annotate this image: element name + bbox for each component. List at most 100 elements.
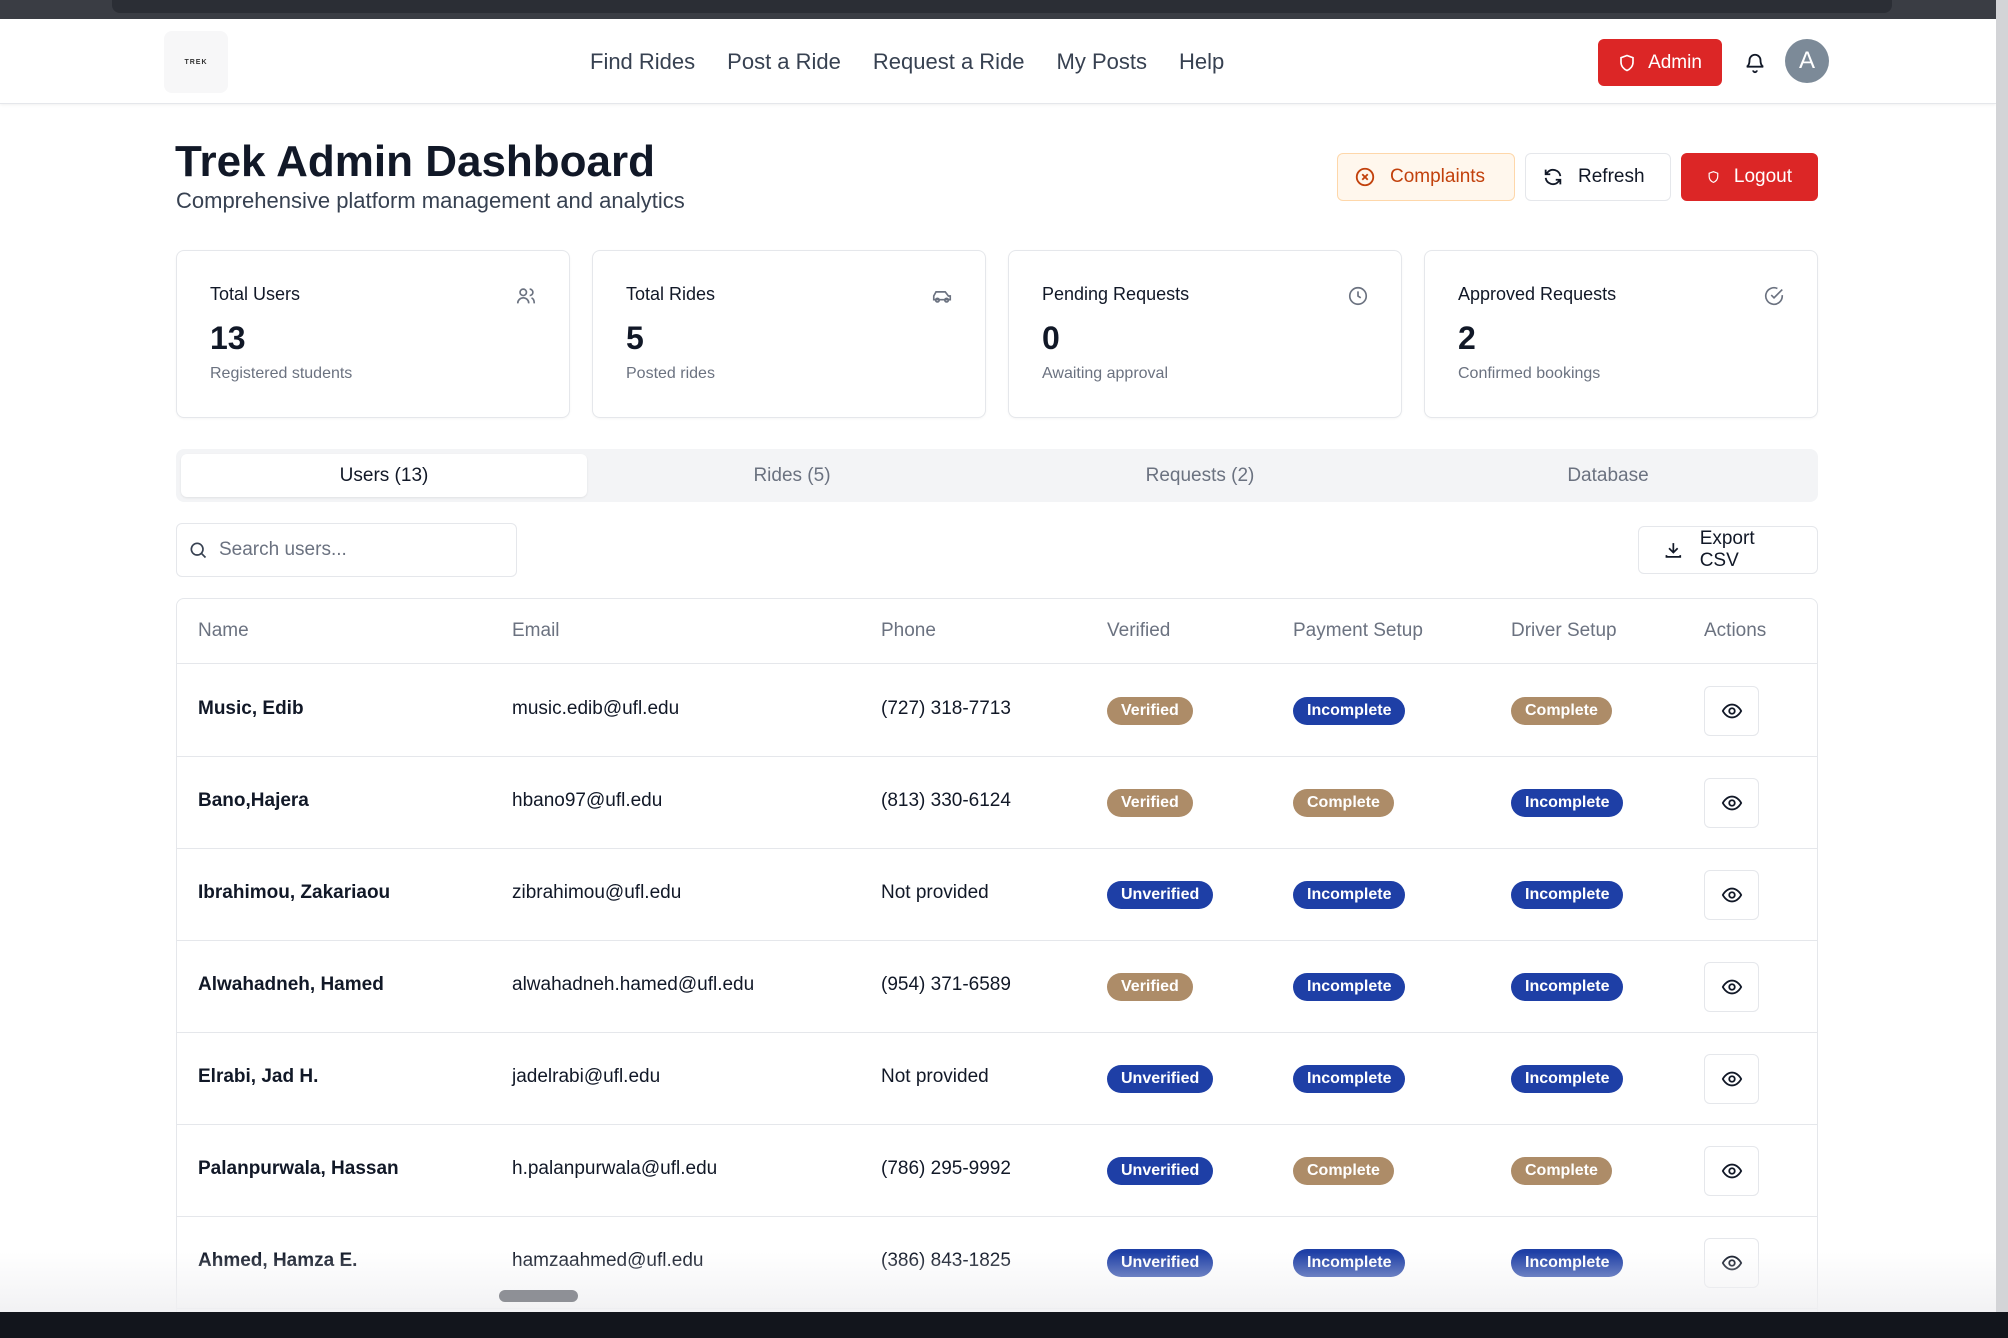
tab-bar: Users (13) Rides (5) Requests (2) Databa…: [176, 449, 1818, 502]
user-email: music.edib@ufl.edu: [512, 698, 680, 719]
export-csv-button[interactable]: Export CSV: [1638, 526, 1818, 574]
user-email: jadelrabi@ufl.edu: [512, 1066, 661, 1087]
nav-link-request-a-ride[interactable]: Request a Ride: [873, 49, 1025, 75]
user-name: Alwahadneh, Hamed: [198, 974, 384, 995]
eye-icon: [1721, 795, 1742, 811]
complaints-label: Complaints: [1390, 166, 1486, 187]
search-icon: [190, 542, 207, 559]
export-csv-label: Export CSV: [1699, 528, 1755, 571]
bell-icon[interactable]: [1744, 51, 1766, 75]
driver-setup-badge: Complete: [1511, 697, 1612, 725]
verified-badge: Verified: [1107, 697, 1193, 725]
stat-title: Pending Requests: [1042, 284, 1190, 304]
driver-setup-badge: Complete: [1511, 1157, 1612, 1185]
verified-badge: Unverified: [1107, 1065, 1214, 1093]
table-row: Alwahadneh, Hamed alwahadneh.hamed@ufl.ed…: [177, 941, 1817, 1033]
admin-button[interactable]: Admin: [1598, 39, 1722, 86]
user-phone: (727) 318-7713: [881, 698, 1011, 719]
eye-icon: [1721, 1163, 1742, 1179]
bottom-fade: [0, 1252, 1996, 1312]
payment-setup-badge: Incomplete: [1293, 973, 1406, 1001]
app-window: TREK Find Rides Post a Ride Request a Ri…: [0, 19, 1996, 1312]
trek-logo[interactable]: TREK: [164, 31, 228, 93]
page-subtitle: Comprehensive platform management and an…: [176, 188, 685, 213]
users-table: Name Email Phone Verified Payment Setup …: [176, 598, 1818, 1312]
table-row: Palanpurwala, Hassan h.palanpurwala@ufl.e…: [177, 1125, 1817, 1217]
tab-database[interactable]: Database: [1405, 454, 1811, 497]
column-header-verified[interactable]: Verified: [1107, 620, 1170, 642]
nav-link-post-a-ride[interactable]: Post a Ride: [727, 49, 841, 75]
payment-setup-badge: Complete: [1293, 789, 1394, 817]
shield-icon: [1620, 54, 1634, 71]
admin-button-label: Admin: [1648, 51, 1702, 73]
complaints-button[interactable]: Complaints: [1337, 153, 1515, 201]
x-circle-icon: [1355, 167, 1375, 187]
verified-badge: Verified: [1107, 789, 1193, 817]
nav-link-find-rides[interactable]: Find Rides: [590, 49, 695, 75]
column-header-actions: Actions: [1704, 620, 1767, 641]
stat-title: Total Users: [210, 284, 301, 304]
verified-badge: Unverified: [1107, 881, 1214, 909]
column-header-payment-setup[interactable]: Payment Setup: [1293, 620, 1423, 642]
view-user-button[interactable]: [1704, 870, 1759, 920]
table-header: Name Email Phone Verified Payment Setup …: [177, 599, 1817, 664]
eye-icon: [1721, 1071, 1742, 1087]
column-header-email[interactable]: Email: [512, 620, 560, 642]
tab-requests[interactable]: Requests (2): [997, 454, 1403, 497]
window-edge: [1996, 0, 2008, 1338]
refresh-label: Refresh: [1578, 166, 1645, 187]
tab-users[interactable]: Users (13): [181, 454, 587, 497]
search-input[interactable]: [219, 534, 504, 566]
page-title: Trek Admin Dashboard: [175, 137, 656, 186]
browser-url-bar[interactable]: [112, 0, 1892, 13]
view-user-button[interactable]: [1704, 778, 1759, 828]
table-row: Music, Edib music.edib@ufl.edu (727) 318-7…: [177, 665, 1817, 757]
driver-setup-badge: Incomplete: [1511, 1065, 1624, 1093]
logout-button[interactable]: Logout: [1681, 153, 1818, 201]
payment-setup-badge: Complete: [1293, 1157, 1394, 1185]
users-icon: [516, 288, 536, 304]
stat-card-pending-requests: Pending Requests 0 Awaiting approval: [1008, 250, 1402, 418]
view-user-button[interactable]: [1704, 962, 1759, 1012]
user-phone: Not provided: [881, 882, 989, 903]
column-header-name[interactable]: Name: [198, 620, 249, 642]
table-row: Bano,Hajera hbano97@ufl.edu (813) 330-6124…: [177, 757, 1817, 849]
tab-rides[interactable]: Rides (5): [589, 454, 995, 497]
nav-link-help[interactable]: Help: [1179, 49, 1224, 75]
shield-icon: [1708, 171, 1719, 184]
refresh-button[interactable]: Refresh: [1525, 153, 1671, 201]
payment-setup-badge: Incomplete: [1293, 1065, 1406, 1093]
stat-title: Total Rides: [626, 284, 716, 304]
stat-value: 5: [626, 320, 644, 356]
clock-icon: [1348, 286, 1368, 306]
column-header-phone[interactable]: Phone: [881, 620, 936, 642]
verified-badge: Unverified: [1107, 1157, 1214, 1185]
user-avatar[interactable]: A: [1785, 39, 1829, 83]
user-phone: (954) 371-6589: [881, 974, 1011, 995]
download-icon: [1665, 543, 1682, 558]
eye-icon: [1721, 887, 1742, 903]
driver-setup-badge: Incomplete: [1511, 881, 1624, 909]
user-name: Elrabi, Jad H.: [198, 1066, 319, 1087]
driver-setup-badge: Incomplete: [1511, 973, 1624, 1001]
top-nav: TREK Find Rides Post a Ride Request a Ri…: [0, 19, 1996, 104]
table-row: Elrabi, Jad H. jadelrabi@ufl.edu Not provi…: [177, 1033, 1817, 1125]
table-row: Ibrahimou, Zakariaou zibrahimou@ufl.edu No…: [177, 849, 1817, 941]
user-phone: Not provided: [881, 1066, 989, 1087]
user-email: alwahadneh.hamed@ufl.edu: [512, 974, 755, 995]
user-name: Palanpurwala, Hassan: [198, 1158, 399, 1179]
stat-value: 13: [210, 320, 246, 356]
view-user-button[interactable]: [1704, 1146, 1759, 1196]
view-user-button[interactable]: [1704, 1054, 1759, 1104]
payment-setup-badge: Incomplete: [1293, 881, 1406, 909]
verified-badge: Verified: [1107, 973, 1193, 1001]
column-header-driver-setup[interactable]: Driver Setup: [1511, 620, 1617, 642]
stat-subtitle: Registered students: [210, 365, 353, 382]
user-phone: (786) 295-9992: [881, 1158, 1011, 1179]
eye-icon: [1721, 979, 1742, 995]
view-user-button[interactable]: [1704, 686, 1759, 736]
user-email: zibrahimou@ufl.edu: [512, 882, 682, 903]
user-name: Music, Edib: [198, 698, 304, 719]
horizontal-scrollbar[interactable]: [499, 1290, 578, 1302]
nav-link-my-posts[interactable]: My Posts: [1057, 49, 1147, 75]
